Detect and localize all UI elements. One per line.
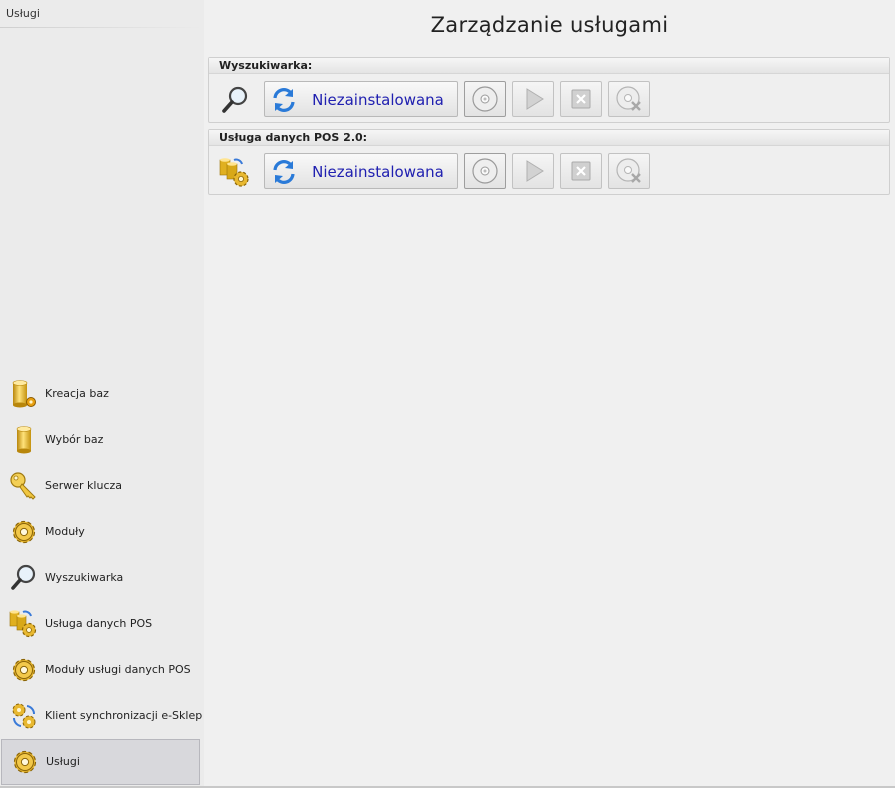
install-button[interactable]	[464, 81, 506, 117]
sidebar-item-label: Usługi	[46, 755, 80, 768]
play-icon	[526, 88, 544, 110]
install-status-button[interactable]: Niezainstalowana	[264, 153, 458, 189]
install-status-text: Niezainstalowana	[312, 91, 444, 109]
start-button[interactable]	[512, 81, 554, 117]
gear-icon	[9, 516, 39, 548]
gear-icon	[9, 654, 39, 686]
gear-icon	[10, 746, 40, 778]
service-group-usluga-danych-pos: Usługa danych POS 2.0: Niezainstalowana	[208, 129, 890, 195]
disc-icon	[472, 158, 498, 184]
refresh-icon	[271, 87, 297, 113]
sidebar-item-kreacja-baz[interactable]: Kreacja baz	[0, 371, 204, 417]
sidebar-item-label: Moduły usługi danych POS	[45, 663, 191, 676]
disc-remove-icon	[616, 158, 641, 183]
sidebar-item-label: Usługa danych POS	[45, 617, 153, 630]
sidebar-item-usluga-danych-pos[interactable]: Usługa danych POS	[0, 601, 204, 647]
sidebar: Usługi Kreacja baz Wybór baz Serwer kluc…	[0, 0, 204, 786]
play-icon	[526, 160, 544, 182]
sidebar-item-label: Klient synchronizacji e-Sklep/ws:	[45, 709, 202, 722]
disc-remove-icon	[616, 86, 641, 111]
magnifier-icon	[219, 84, 251, 116]
stop-icon	[571, 89, 591, 109]
sidebar-divider	[0, 27, 202, 28]
sidebar-item-label: Wyszukiwarka	[45, 571, 124, 584]
install-status-button[interactable]: Niezainstalowana	[264, 81, 458, 117]
sidebar-item-moduly-uslugi-danych-pos[interactable]: Moduły usługi danych POS	[0, 647, 204, 693]
sidebar-item-wybor-baz[interactable]: Wybór baz	[0, 417, 204, 463]
sidebar-item-label: Kreacja baz	[45, 387, 109, 400]
database-service-icon	[219, 156, 251, 188]
sidebar-item-klient-synchronizacji[interactable]: Klient synchronizacji e-Sklep/ws:	[0, 693, 204, 739]
uninstall-button[interactable]	[608, 81, 650, 117]
sidebar-item-uslugi[interactable]: Usługi	[1, 739, 200, 785]
database-gear-icon	[9, 378, 39, 410]
service-group-wyszukiwarka: Wyszukiwarka: Niezainstalowana	[208, 57, 890, 123]
magnifier-icon	[9, 562, 39, 594]
sidebar-nav: Kreacja baz Wybór baz Serwer klucza Modu…	[0, 371, 204, 785]
database-service-icon	[9, 608, 39, 640]
stop-button[interactable]	[560, 81, 602, 117]
sync-gear-icon	[9, 700, 39, 732]
sidebar-item-label: Wybór baz	[45, 433, 104, 446]
install-button[interactable]	[464, 153, 506, 189]
sidebar-item-wyszukiwarka[interactable]: Wyszukiwarka	[0, 555, 204, 601]
database-icon	[9, 424, 39, 456]
sidebar-item-label: Serwer klucza	[45, 479, 123, 492]
sidebar-item-label: Moduły	[45, 525, 85, 538]
stop-button[interactable]	[560, 153, 602, 189]
refresh-icon	[271, 159, 297, 185]
uninstall-button[interactable]	[608, 153, 650, 189]
sidebar-item-serwer-klucza[interactable]: Serwer klucza	[0, 463, 204, 509]
start-button[interactable]	[512, 153, 554, 189]
service-group-header: Usługa danych POS 2.0:	[209, 130, 889, 146]
key-icon	[9, 470, 39, 502]
install-status-text: Niezainstalowana	[312, 163, 444, 181]
main-panel: Zarządzanie usługami Wyszukiwarka: Nieza…	[204, 0, 895, 786]
disc-icon	[472, 86, 498, 112]
stop-icon	[571, 161, 591, 181]
sidebar-item-moduly[interactable]: Moduły	[0, 509, 204, 555]
sidebar-title: Usługi	[6, 7, 40, 20]
page-title: Zarządzanie usługami	[430, 13, 669, 37]
service-group-header: Wyszukiwarka:	[209, 58, 889, 74]
